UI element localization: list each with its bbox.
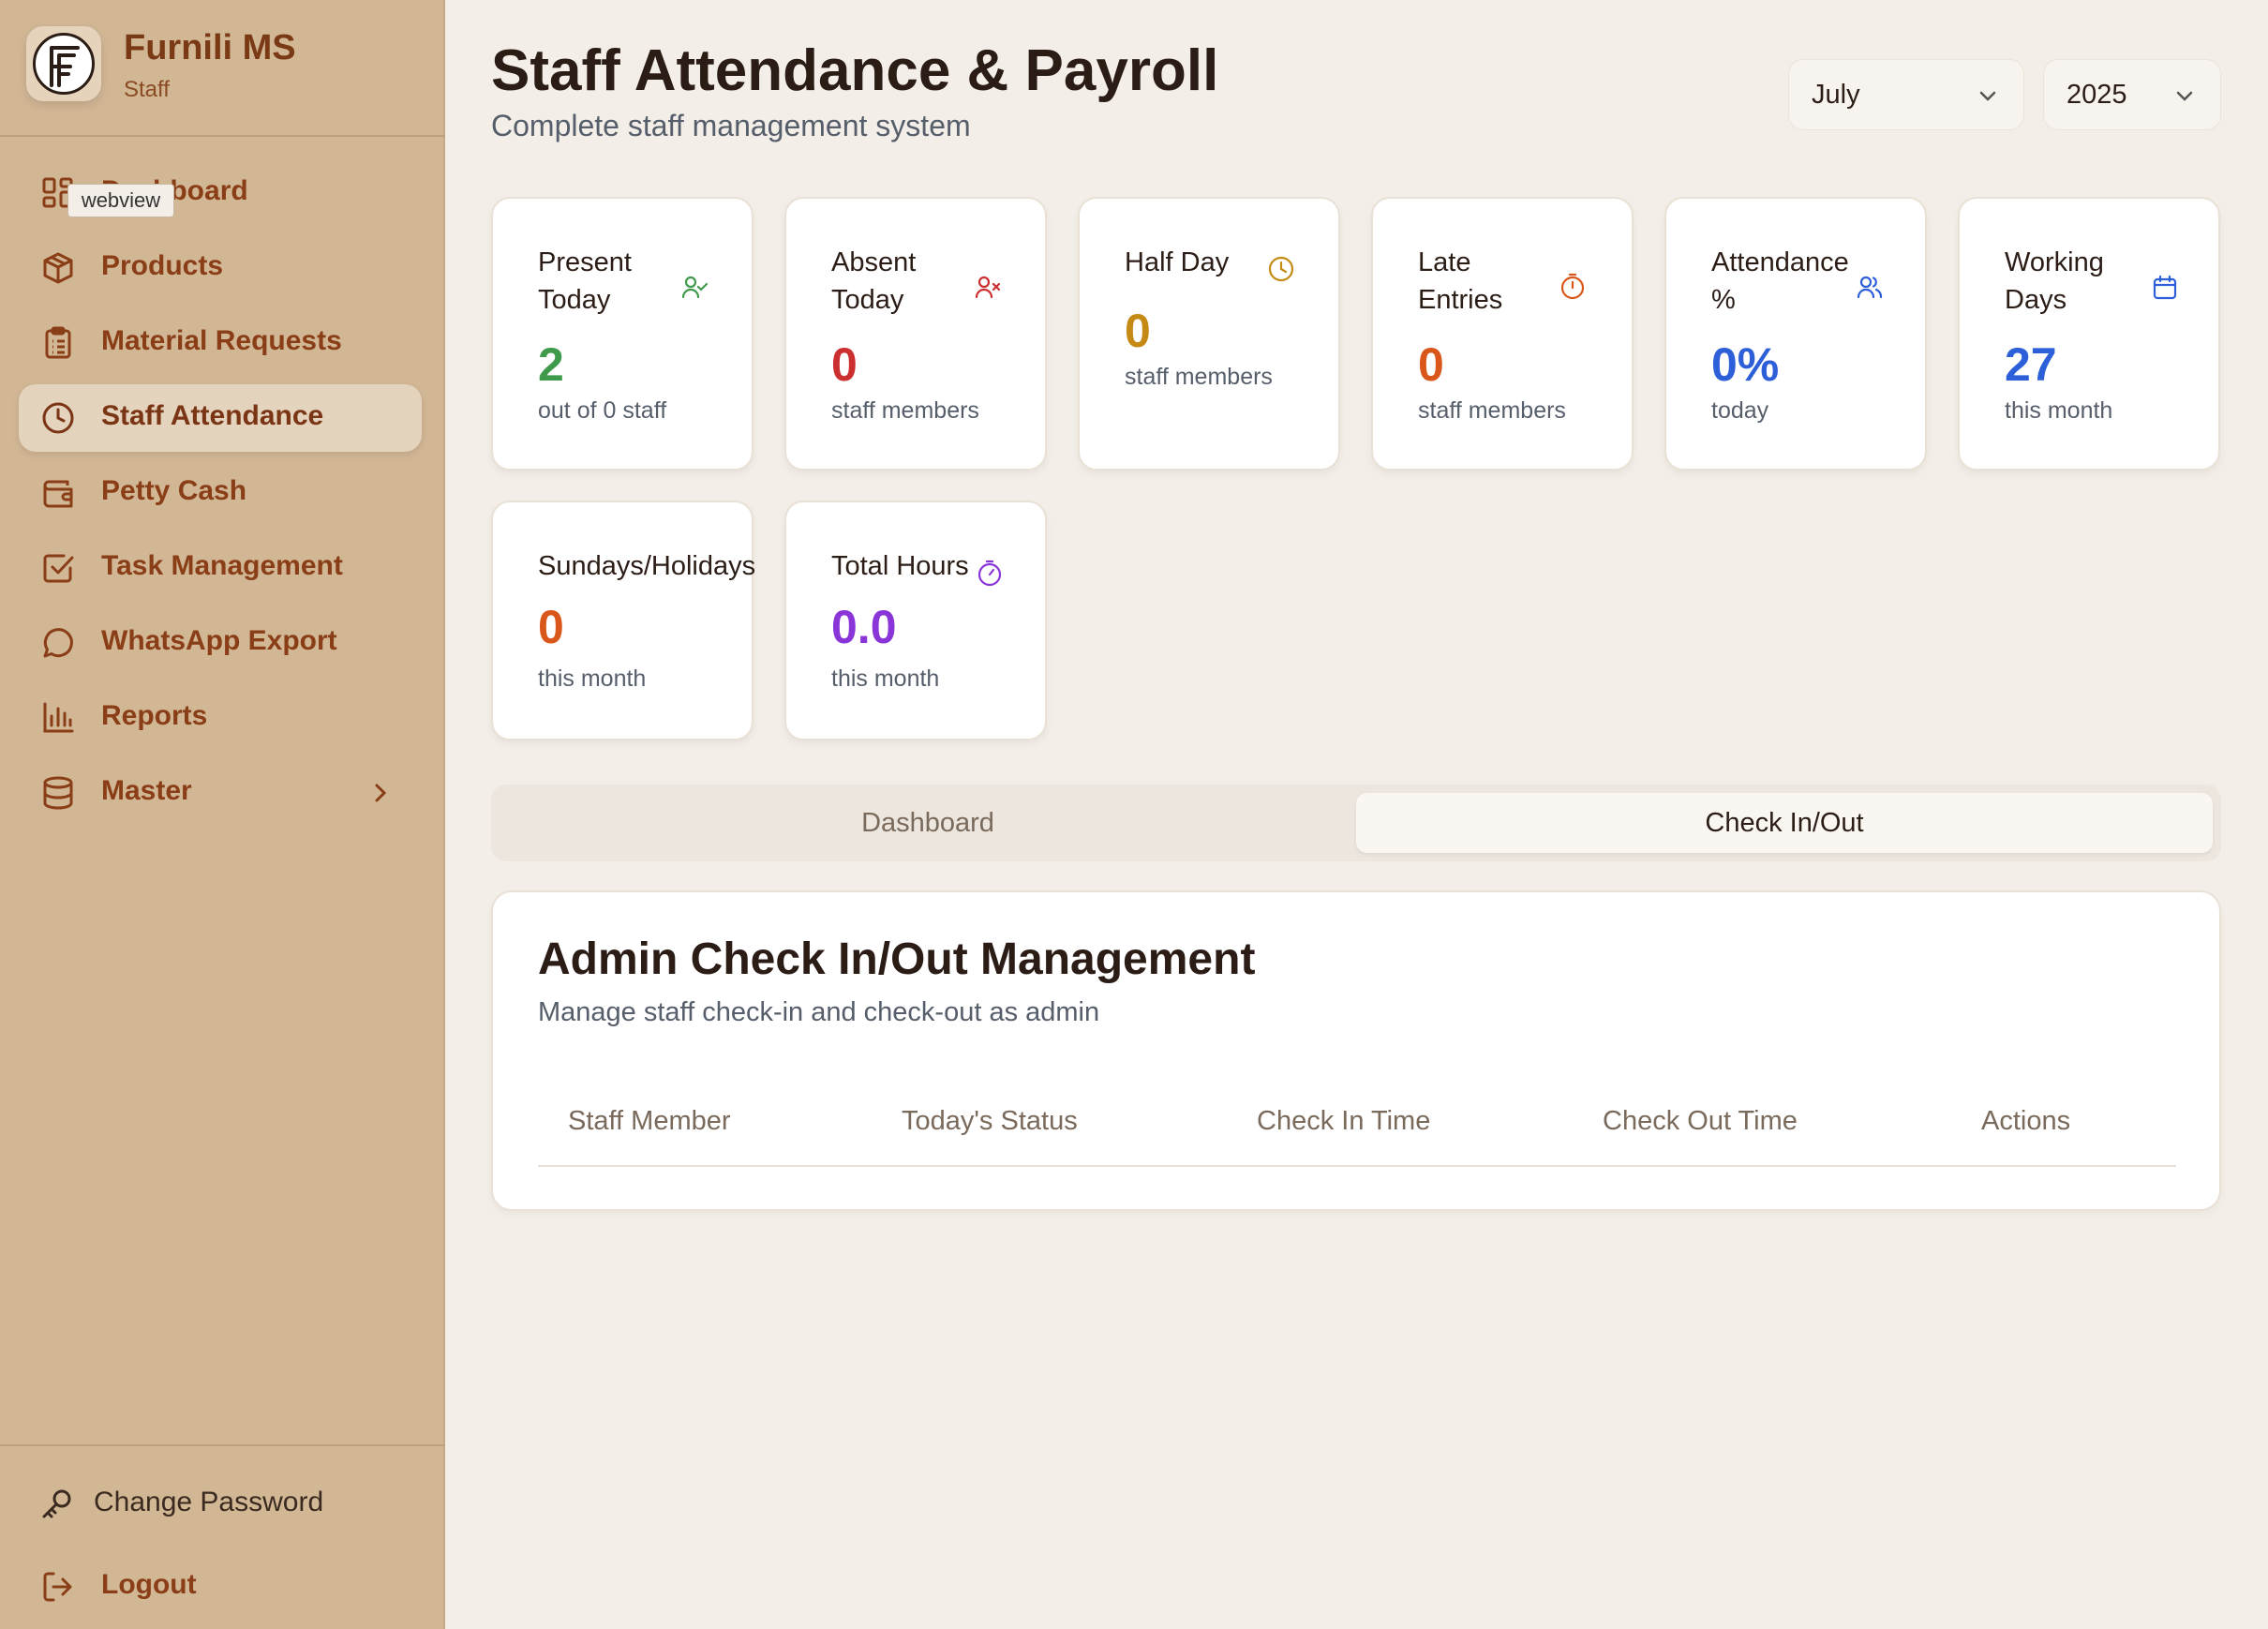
logout-icon [43, 1572, 72, 1602]
stat-value: 0 [1418, 338, 1444, 391]
stat-value: 27 [2005, 338, 2057, 391]
stat-value: 0 [538, 601, 564, 653]
column-header-check-out-time: Check Out Time [1603, 1106, 1798, 1136]
stat-note: this month [538, 665, 647, 692]
stat-value: 0% [1711, 338, 1780, 391]
column-header-check-in-time: Check In Time [1257, 1106, 1431, 1136]
brand-subtitle: Staff [124, 77, 170, 102]
clock-icon [42, 402, 74, 434]
sidebar-divider [0, 135, 445, 137]
clock-icon [1268, 256, 1294, 282]
panel-title: Admin Check In/Out Management [538, 934, 1256, 984]
bar-chart-icon [43, 702, 74, 733]
sidebar-item-label: Task Management [101, 550, 343, 581]
logout-label: Logout [101, 1569, 197, 1600]
sidebar-item-products[interactable]: Products [19, 234, 422, 302]
year-select[interactable]: 2025 [2043, 59, 2221, 130]
stat-label: Absent Today [831, 247, 917, 315]
database-icon [43, 776, 73, 810]
stat-note: out of 0 staff [538, 397, 667, 424]
sidebar-item-master[interactable]: Master [19, 759, 422, 827]
chevron-right-icon[interactable] [367, 780, 394, 806]
key-icon [42, 1489, 71, 1518]
panel-subtitle: Manage staff check-in and check-out as a… [538, 997, 1100, 1027]
box-icon [43, 252, 73, 284]
stat-value: 0 [831, 338, 858, 391]
sidebar-item-label: Reports [101, 700, 208, 731]
user-check-icon [681, 276, 709, 299]
stat-card-working-days: Working Days 27 this month [1958, 197, 2220, 471]
stopwatch-icon [977, 560, 1002, 587]
stat-note: this month [831, 665, 940, 692]
clipboard-icon [45, 326, 71, 359]
year-value: 2025 [2067, 80, 2127, 110]
stat-card-attendance-percent: Attendance % 0% today [1664, 197, 1927, 471]
stat-value: 2 [538, 338, 564, 391]
sidebar-item-petty-cash[interactable]: Petty Cash [19, 459, 422, 527]
stat-note: today [1711, 397, 1769, 424]
stat-card-sundays-holidays: Sundays/Holidays 0 this month [491, 501, 756, 740]
stat-label: Half Day [1125, 247, 1230, 277]
sidebar-item-label: Material Requests [101, 325, 342, 356]
sidebar-item-staff-attendance[interactable]: Staff Attendance [19, 384, 422, 452]
calendar-icon [2153, 275, 2177, 300]
month-value: July [1812, 80, 1860, 110]
month-select[interactable]: July [1788, 59, 2024, 130]
sidebar-item-whatsapp-export[interactable]: WhatsApp Export [19, 609, 422, 677]
sidebar-item-label: Master [101, 775, 192, 806]
stat-note: staff members [831, 397, 979, 424]
stat-label: Sundays/Holidays [538, 551, 756, 581]
stat-value: 0.0 [831, 601, 897, 653]
stat-card-absent-today: Absent Today 0 staff members [784, 197, 1047, 471]
view-tabs: Dashboard Check In/Out [491, 785, 2221, 861]
column-header-staff-member: Staff Member [568, 1106, 731, 1136]
tab-dashboard[interactable]: Dashboard [500, 793, 1356, 853]
sidebar-item-label: WhatsApp Export [101, 625, 337, 656]
change-password-button[interactable]: Change Password [19, 1471, 422, 1536]
stat-card-half-day: Half Day 0 staff members [1078, 197, 1340, 471]
users-icon [1857, 276, 1883, 299]
stat-card-late-entries: Late Entries 0 staff members [1371, 197, 1634, 471]
stat-value: 0 [1125, 305, 1151, 357]
stat-card-present-today: Present Today 2 out of 0 staff [491, 197, 754, 471]
sidebar-item-reports[interactable]: Reports [19, 684, 422, 752]
checkbox-icon [43, 554, 74, 583]
sidebar-item-label: Products [101, 250, 224, 281]
user-x-icon [975, 276, 1001, 299]
brand-name: Furnili MS [124, 28, 296, 67]
stat-label: Late Entries [1418, 247, 1503, 315]
stat-label: Attendance % [1711, 247, 1849, 315]
stat-label: Total Hours [831, 551, 969, 581]
chat-icon [43, 628, 73, 658]
stat-label: Working Days [2005, 247, 2104, 315]
logout-button[interactable]: Logout [19, 1553, 422, 1619]
sidebar-item-label: Petty Cash [101, 475, 247, 506]
sidebar-item-material-requests[interactable]: Material Requests [19, 309, 422, 377]
tab-check-in-out[interactable]: Check In/Out [1356, 793, 2213, 853]
chevron-down-icon [2176, 91, 2193, 101]
column-header-actions: Actions [1981, 1106, 2071, 1136]
sidebar-item-task-management[interactable]: Task Management [19, 534, 422, 602]
sidebar-divider [0, 1444, 445, 1446]
page-subtitle: Complete staff management system [491, 109, 971, 142]
stat-note: staff members [1418, 397, 1566, 424]
table-header-divider [538, 1165, 2176, 1167]
page-title: Staff Attendance & Payroll [491, 38, 1219, 103]
stat-note: this month [2005, 397, 2113, 424]
sidebar: Furnili MS Staff Dashboard webview Produ… [0, 0, 445, 1629]
stat-card-total-hours: Total Hours 0.0 this month [784, 501, 1047, 740]
stat-label: Present Today [538, 247, 632, 315]
stat-note: staff members [1125, 364, 1273, 390]
chevron-down-icon [1979, 91, 1996, 101]
change-password-label: Change Password [94, 1487, 324, 1517]
timer-icon [1560, 273, 1585, 300]
webview-tooltip: webview [67, 184, 174, 217]
app-logo [26, 26, 101, 101]
column-header-todays-status: Today's Status [902, 1106, 1078, 1136]
wallet-icon [43, 480, 73, 508]
check-in-out-panel: Admin Check In/Out Management Manage sta… [491, 890, 2221, 1211]
brand[interactable]: Furnili MS Staff [26, 26, 429, 105]
sidebar-item-label: Staff Attendance [101, 400, 324, 431]
